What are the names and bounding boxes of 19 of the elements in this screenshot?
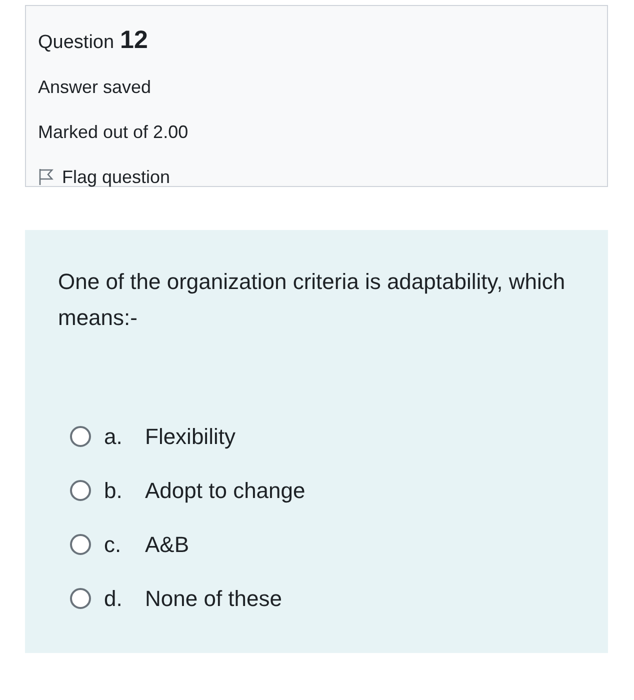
- answer-status: Answer saved: [38, 76, 152, 98]
- option-letter: a.: [104, 422, 124, 450]
- option-letter: b.: [104, 476, 124, 504]
- question-number: 12: [120, 25, 148, 56]
- question-text: One of the organization criteria is adaptability, which means:-: [58, 268, 566, 332]
- mark-text: Marked out of 2.00: [38, 120, 190, 144]
- radio-button[interactable]: [70, 588, 91, 608]
- option-text: None of these: [145, 584, 282, 612]
- radio-button[interactable]: [70, 534, 91, 554]
- flag-icon: [38, 168, 54, 186]
- question-label: Question: [38, 31, 114, 55]
- option-text: Adopt to change: [145, 476, 306, 505]
- option-letter: d.: [104, 584, 124, 612]
- option-text: Flexibility: [145, 422, 236, 451]
- option-letter: c.: [104, 530, 122, 558]
- radio-button[interactable]: [70, 426, 91, 446]
- option-text: A&B: [145, 530, 190, 558]
- flag-question-link[interactable]: Flag question: [38, 164, 170, 190]
- radio-button[interactable]: [70, 480, 91, 500]
